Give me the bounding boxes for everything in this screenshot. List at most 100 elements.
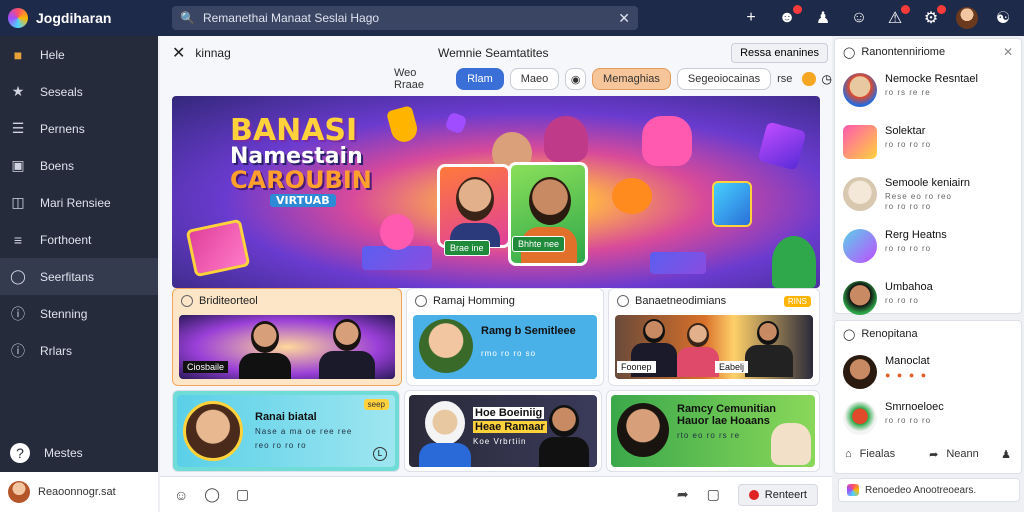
sidebar-item-mari-rensiee[interactable]: ◫ Mari Rensiee — [0, 184, 158, 221]
filter-chip[interactable]: Segeoiocainas — [676, 68, 772, 90]
tile-meta: Koe Vrbrtiin — [473, 437, 527, 446]
filter-chip-icon[interactable]: ◉ — [565, 68, 587, 90]
action-label[interactable]: Neann — [946, 448, 978, 460]
close-icon[interactable]: ✕ — [1003, 45, 1013, 59]
list-item[interactable]: Manoclat ● ● ● ● — [835, 347, 1021, 393]
list-item-name: Semoole keniairn — [885, 177, 970, 189]
list-item-name: Nemocke Resntael — [885, 73, 978, 85]
user-icon[interactable]: ☻ — [776, 5, 802, 29]
attach-icon[interactable]: ◯ — [204, 486, 220, 503]
status-badge: seep — [363, 399, 389, 410]
dog-icon — [771, 423, 811, 465]
list-item[interactable]: Rerg Heatns ro ro ro ro — [835, 221, 1021, 273]
sidebar: ■ Hele ★ Seseals ☰ Pernens ▣ Boens ◫ Mari Ren… — [0, 36, 158, 512]
avatar[interactable] — [956, 7, 978, 29]
clock-icon[interactable]: ◷ — [822, 72, 832, 86]
close-icon[interactable]: ✕ — [618, 10, 630, 27]
footer-link[interactable]: Renoedeo Anootreoears. — [838, 478, 1020, 502]
sidebar-item-boens[interactable]: ▣ Boens — [0, 147, 158, 184]
emoji-icon[interactable] — [802, 72, 816, 86]
person-avatar — [419, 319, 473, 373]
profile-icon[interactable]: ☺ — [848, 7, 870, 29]
person-avatar — [529, 177, 571, 225]
content-tile[interactable]: Briditeorteol Ciosbaile — [172, 288, 402, 386]
footer-label: Renoedeo Anootreoears. — [865, 484, 977, 496]
tile-title: Ramaj Homming — [433, 295, 515, 307]
list-item-meta: ro ro ro — [885, 296, 919, 305]
folder-icon: ◫ — [11, 194, 25, 210]
link-icon[interactable]: L — [373, 447, 387, 461]
panel-header: ◯ Renopitana — [835, 321, 1021, 347]
person-avatar — [251, 321, 279, 353]
add-icon[interactable]: + — [740, 7, 762, 29]
help-icon: ? — [10, 442, 30, 463]
filter-chip[interactable]: Maeo — [509, 68, 560, 90]
copy-icon[interactable]: ▢ — [707, 486, 720, 503]
person-avatar — [183, 401, 243, 461]
tile-image: Ramcy Cemunitian Hauor lae Hoaans rto eo… — [611, 395, 815, 467]
person-avatar — [617, 403, 669, 457]
sidebar-item-mestes[interactable]: ? Mestes — [0, 434, 158, 471]
content-tile[interactable]: Ranai biatal Nase a ma oe ree ree reo ro… — [172, 390, 400, 472]
recommendations-panel: ◯ Ranontenniriome ✕ Nemocke Resntael ro … — [834, 38, 1022, 315]
list-item[interactable]: Semoole keniairn Rese eo ro reo ro ro ro… — [835, 169, 1021, 221]
account-icon[interactable]: ☯ — [992, 7, 1014, 29]
search-input[interactable] — [202, 11, 611, 25]
globe-icon — [181, 295, 193, 307]
app-logo-icon — [847, 484, 859, 496]
sidebar-user-label: Reaoonnogr.sat — [38, 486, 116, 498]
people-icon[interactable]: ♟ — [1001, 448, 1011, 461]
sidebar-item-seerfitans[interactable]: ◯ Seerfitans — [0, 258, 158, 295]
list-item[interactable]: Smrnoeloec ro ro ro ro — [835, 393, 1021, 439]
folder-icon: ■ — [13, 46, 23, 63]
tile-heading: Hoe Boeiniig — [473, 407, 545, 419]
share-icon[interactable]: ➦ — [929, 448, 938, 461]
home-icon[interactable]: ⌂ — [845, 448, 852, 460]
person-icon[interactable]: ♟ — [812, 7, 834, 29]
content-tile[interactable]: Hoe Boeiniig Heae Ramaar Koe Vrbrtiin — [404, 390, 602, 472]
filter-chip[interactable]: Memaghias — [592, 68, 671, 90]
person-avatar — [549, 405, 579, 437]
settings-icon[interactable]: ⚙ — [920, 5, 946, 29]
gem-icon — [444, 111, 468, 135]
sidebar-item-label: Boens — [40, 158, 75, 173]
sidebar-item-forthoent[interactable]: ≡ Forthoent — [0, 221, 158, 258]
content-tile[interactable]: Ramaj Homming Ramg b Semitleee rmo ro ro… — [406, 288, 604, 386]
sidebar-item-label: Mari Rensiee — [40, 195, 111, 210]
app-logo[interactable]: Jogdiharan — [0, 8, 158, 28]
image-icon[interactable]: ▢ — [236, 486, 249, 503]
close-icon[interactable]: ✕ — [172, 43, 185, 63]
sidebar-item-seseals[interactable]: ★ Seseals — [0, 73, 158, 110]
panel-action-button[interactable]: Ressa enanines — [731, 43, 828, 63]
list-item-meta: ro ro ro ro — [885, 244, 932, 253]
avatar — [843, 355, 877, 389]
sidebar-item-stenning[interactable]: ⓘ Stenning — [0, 295, 158, 332]
list-item[interactable]: Nemocke Resntael ro rs re re — [835, 65, 1021, 117]
list-item-meta: ● ● ● ● — [885, 370, 929, 380]
tile-title: Banaetneodimians — [635, 295, 727, 307]
content-tile[interactable]: Banaetneodimians RINS Foonep Eabelj — [608, 288, 820, 386]
tile-header: Briditeorteol — [173, 289, 401, 313]
filter-chip[interactable]: Rlam — [456, 68, 504, 90]
action-label[interactable]: Fiealas — [860, 448, 895, 460]
alert-icon[interactable]: ⚠ — [884, 5, 910, 29]
emoji-icon[interactable]: ☺ — [174, 487, 188, 503]
hero-banner[interactable]: BANASI Namestain CAROUBIN VIRTUAB Brae i… — [172, 96, 820, 288]
send-button[interactable]: Renteert — [737, 483, 818, 506]
banner-person-card[interactable] — [437, 164, 511, 248]
sidebar-item-pernens[interactable]: ☰ Pernens — [0, 110, 158, 147]
list-item[interactable]: Umbahoa ro ro ro — [835, 273, 1021, 325]
sidebar-item-rrlars[interactable]: ⓘ Rrlars — [0, 332, 158, 369]
character-icon — [380, 214, 414, 250]
list-item[interactable]: Solektar ro ro ro ro — [835, 117, 1021, 169]
share-icon[interactable]: ➦ — [677, 486, 689, 503]
sidebar-item-label: Forthoent — [40, 232, 92, 247]
sidebar-bottom-label: Mestes — [44, 445, 83, 460]
avatar — [843, 229, 877, 263]
search-bar[interactable]: 🔍 ✕ — [172, 6, 638, 30]
sidebar-user[interactable]: Reaoonnogr.sat — [0, 472, 158, 512]
banner-title: BANASI Namestain CAROUBIN VIRTUAB — [230, 116, 372, 207]
sidebar-item-hele[interactable]: ■ Hele — [0, 36, 158, 73]
content-tile[interactable]: Ramcy Cemunitian Hauor lae Hoaans rto eo… — [606, 390, 820, 472]
send-button-label: Renteert — [764, 488, 807, 501]
